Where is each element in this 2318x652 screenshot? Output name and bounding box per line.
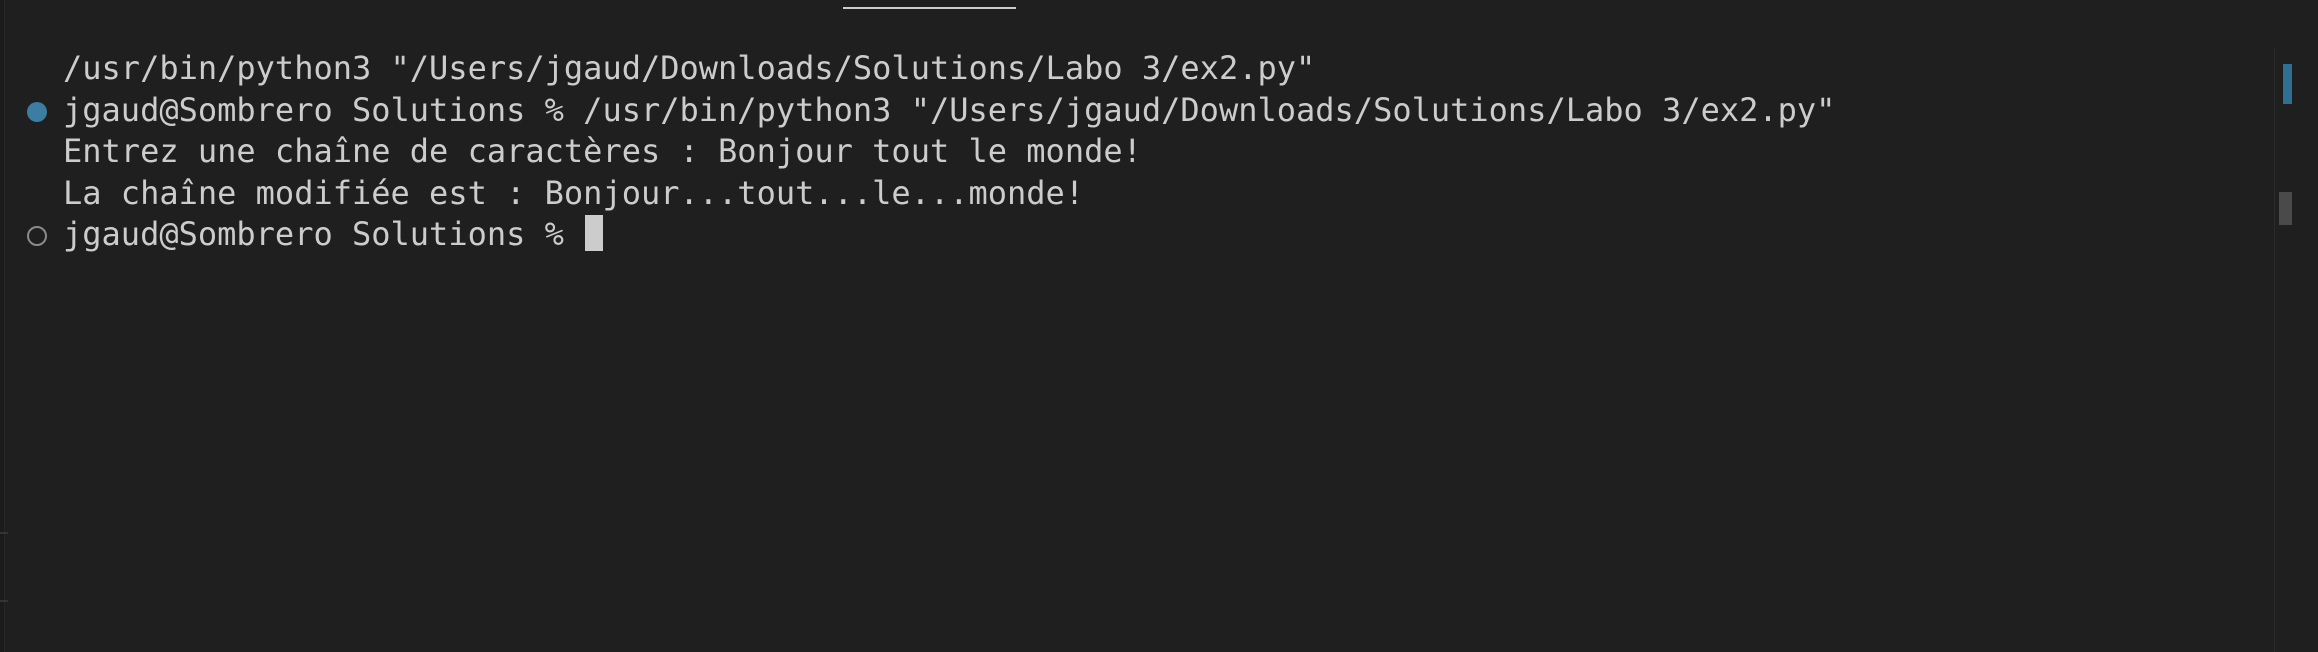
terminal-prompt[interactable]: jgaud@Sombrero Solutions %	[63, 214, 604, 256]
panel-left-edge-mark	[0, 600, 8, 602]
scrollbar-overview-marker	[2283, 64, 2292, 104]
terminal-line: Entrez une chaîne de caractères : Bonjou…	[0, 131, 2270, 173]
active-tab-indicator	[843, 7, 1016, 9]
panel-left-edge-mark	[0, 532, 8, 534]
terminal-prompt-text: jgaud@Sombrero Solutions %	[63, 215, 584, 253]
terminal-output[interactable]: /usr/bin/python3 "/Users/jgaud/Downloads…	[0, 48, 2270, 256]
terminal-prompt-line: jgaud@Sombrero Solutions %	[0, 214, 2270, 256]
terminal-line: jgaud@Sombrero Solutions % /usr/bin/pyth…	[0, 90, 2270, 132]
terminal-line-text: Entrez une chaîne de caractères : Bonjou…	[63, 132, 1142, 170]
terminal-panel[interactable]: /usr/bin/python3 "/Users/jgaud/Downloads…	[0, 0, 2318, 652]
terminal-cursor	[585, 215, 604, 251]
command-empty-decoration-icon[interactable]	[27, 226, 47, 246]
command-success-decoration-icon[interactable]	[27, 101, 47, 122]
terminal-line-text: /usr/bin/python3 "/Users/jgaud/Downloads…	[63, 49, 1316, 87]
terminal-line: La chaîne modifiée est : Bonjour...tout.…	[0, 173, 2270, 215]
terminal-line-text: La chaîne modifiée est : Bonjour...tout.…	[63, 173, 1085, 212]
terminal-line-text: jgaud@Sombrero Solutions % /usr/bin/pyth…	[63, 90, 1836, 129]
scrollbar-thumb[interactable]	[2279, 192, 2292, 225]
terminal-scrollbar[interactable]	[2274, 48, 2293, 652]
terminal-line: /usr/bin/python3 "/Users/jgaud/Downloads…	[0, 48, 2270, 90]
